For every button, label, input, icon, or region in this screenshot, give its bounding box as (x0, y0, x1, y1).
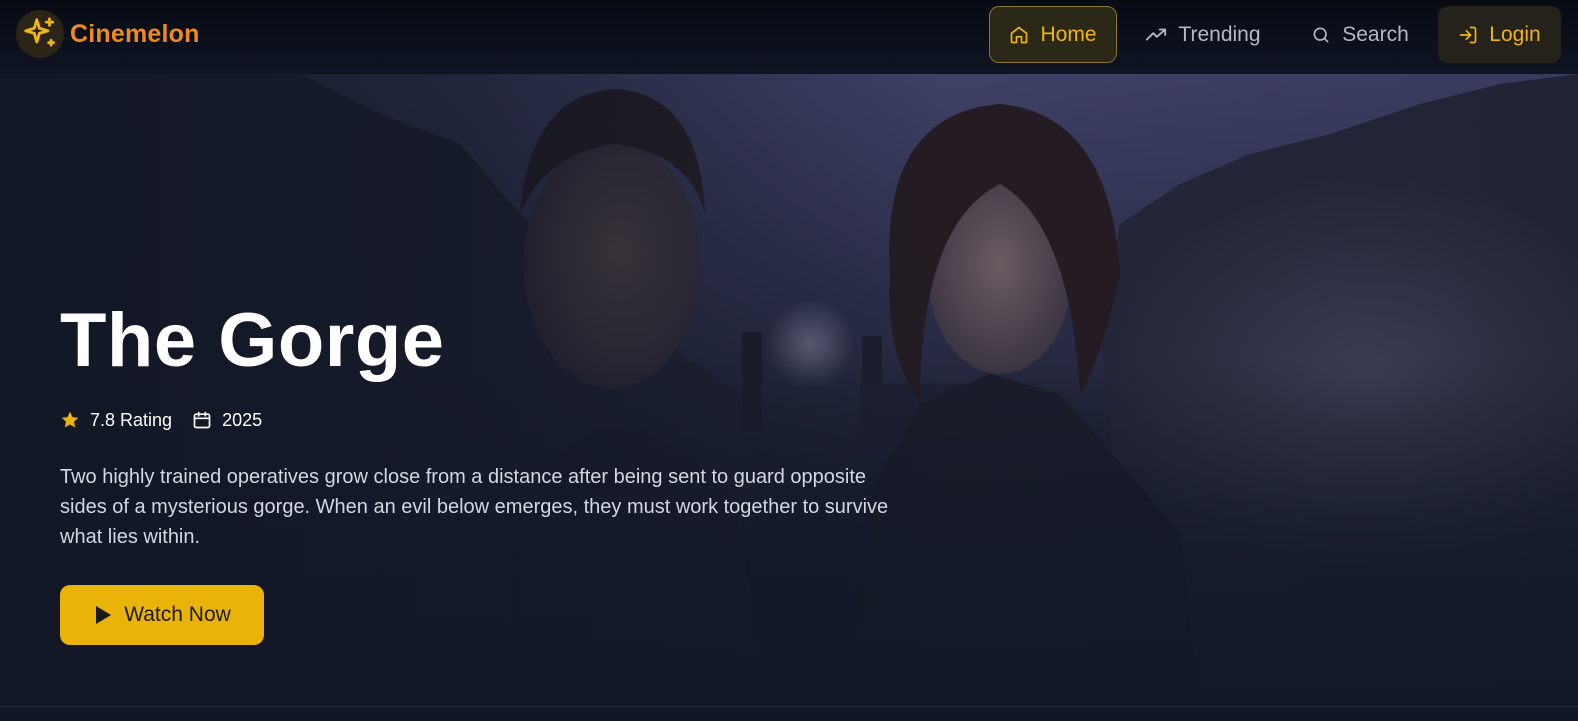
search-icon (1313, 27, 1329, 43)
trending-up-icon (1146, 28, 1167, 40)
nav-search-label: Search (1342, 22, 1409, 46)
section-divider (0, 706, 1578, 721)
hero-content: The Gorge 7.8 Rating 2025 Two highly tra… (60, 74, 920, 706)
nav-trending-button[interactable]: Trending (1133, 6, 1273, 63)
login-label: Login (1489, 22, 1541, 46)
movie-meta: 7.8 Rating 2025 (60, 406, 262, 434)
calendar-icon (193, 411, 211, 429)
brand-logo-link[interactable]: Cinemelon (16, 10, 200, 58)
login-button[interactable]: Login (1438, 6, 1561, 63)
nav-trending-label: Trending (1178, 22, 1261, 46)
log-in-icon (1459, 26, 1477, 43)
release-year: 2025 (192, 410, 262, 431)
home-icon (1011, 26, 1028, 43)
nav-search-button[interactable]: Search (1299, 6, 1421, 63)
watch-now-label: Watch Now (124, 603, 231, 626)
hero-banner: The Gorge 7.8 Rating 2025 Two highly tra… (0, 74, 1578, 706)
brand-name: Cinemelon (70, 19, 200, 48)
nav-home-button[interactable]: Home (989, 6, 1117, 63)
rating: 7.8 Rating (60, 410, 172, 431)
app-root: Cinemelon Home Trending Search Login The… (0, 0, 1578, 721)
star-icon (61, 411, 79, 428)
nav-home-label: Home (1040, 22, 1097, 46)
movie-description: Two highly trained operatives grow close… (60, 466, 889, 548)
year-text: 2025 (222, 409, 263, 430)
top-navbar: Cinemelon Home Trending Search Login (0, 0, 1578, 74)
rating-text: 7.8 Rating (90, 409, 173, 430)
watch-now-button[interactable]: Watch Now (60, 585, 264, 645)
play-icon (96, 606, 112, 624)
movie-title: The Gorge (60, 298, 445, 383)
sparkles-icon (16, 10, 64, 58)
